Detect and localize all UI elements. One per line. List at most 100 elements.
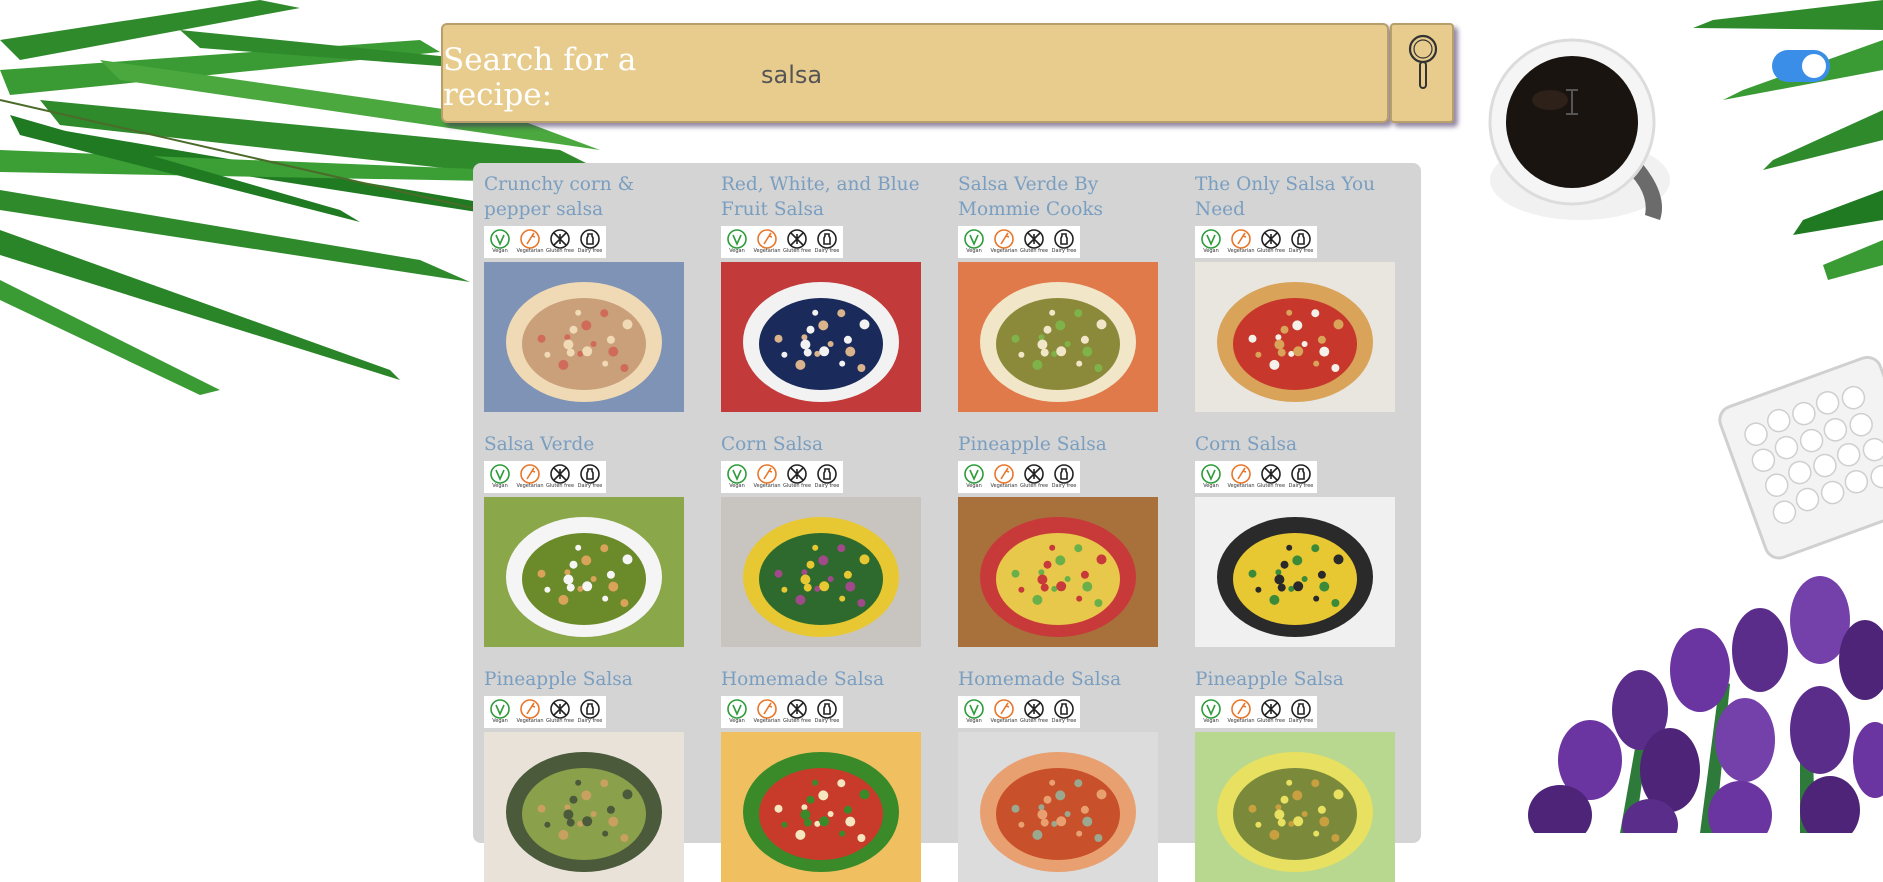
badge-label: Dairy free [814,718,840,724]
vegan-icon: Vegan [488,463,512,489]
vegetarian-icon: Vegetarian [753,463,781,489]
pineapple-salsa-photo[interactable] [958,497,1158,647]
gluten-free-icon: Gluten free [546,463,574,489]
salsa-verde-glass-photo[interactable] [958,262,1158,412]
recipe-title-link[interactable]: The Only Salsa You Need [1195,172,1400,222]
corn-bean-salsa-photo[interactable] [1195,497,1395,647]
badge-label: Dairy free [577,483,603,489]
pineapple-salsa-lime-photo[interactable] [1195,732,1395,882]
search-bar: Search for a recipe: [441,23,1830,123]
vegan-icon: Vegan [725,228,749,254]
badge-label: Vegan [1203,483,1219,489]
vegan-icon: Vegan [488,228,512,254]
dairy-free-icon: Dairy free [578,463,602,489]
vegetarian-icon: Vegetarian [753,698,781,724]
search-button[interactable] [1390,23,1454,123]
badge-label: Dairy free [577,248,603,254]
badge-label: Gluten free [1256,718,1286,724]
vegetarian-icon: Vegetarian [1227,463,1255,489]
badge-label: Vegetarian [753,248,781,254]
vegetarian-icon: Vegetarian [1227,228,1255,254]
recipe-card: Pineapple Salsa Vegan Vegetarian Gluten fr… [484,667,689,882]
gluten-free-icon: Gluten free [1257,463,1285,489]
pineapple-salsa-bowl-photo[interactable] [484,732,684,882]
search-input[interactable] [755,55,1327,95]
recipe-card: Homemade Salsa Vegan Vegetarian Gluten fre… [958,667,1163,882]
recipe-title-link[interactable]: Salsa Verde [484,432,689,457]
vegan-icon: Vegan [1199,228,1223,254]
recipe-card: The Only Salsa You Need Vegan Vegetarian G… [1195,172,1400,412]
badge-label: Gluten free [545,248,575,254]
diet-badges: Vegan Vegetarian Gluten free Dairy free [958,696,1080,728]
badge-label: Dairy free [1051,483,1077,489]
vegetarian-icon: Vegetarian [990,463,1018,489]
dairy-free-icon: Dairy free [1289,463,1313,489]
recipe-title-link[interactable]: Corn Salsa [1195,432,1400,457]
recipe-title-link[interactable]: Pineapple Salsa [484,667,689,692]
dairy-free-icon: Dairy free [578,698,602,724]
badge-label: Vegan [966,483,982,489]
badge-label: Vegan [492,718,508,724]
vegan-icon: Vegan [1199,698,1223,724]
homemade-salsa-jalapeno-photo[interactable] [721,732,921,882]
recipe-card: Crunchy corn & pepper salsa Vegan Vegetar… [484,172,689,412]
diet-badges: Vegan Vegetarian Gluten free Dairy free [1195,226,1317,258]
diet-badges: Vegan Vegetarian Gluten free Dairy free [1195,461,1317,493]
palm-leaves-decoration-right [1693,0,1883,280]
badge-label: Dairy free [1288,718,1314,724]
dairy-free-icon: Dairy free [578,228,602,254]
badge-label: Dairy free [1051,248,1077,254]
vegan-icon: Vegan [725,698,749,724]
recipe-title-link[interactable]: Pineapple Salsa [1195,667,1400,692]
recipe-title-link[interactable]: Salsa Verde By Mommie Cooks [958,172,1163,222]
recipe-card: Pineapple Salsa Vegan Vegetarian Gluten fr… [1195,667,1400,882]
gluten-free-icon: Gluten free [782,698,812,724]
badge-label: Vegetarian [1227,483,1255,489]
diet-badges: Vegan Vegetarian Gluten free Dairy free [958,226,1080,258]
badge-label: Gluten free [1019,483,1049,489]
red-salsa-chips-photo[interactable] [1195,262,1395,412]
recipe-title-link[interactable]: Red, White, and Blue Fruit Salsa [721,172,926,222]
salsa-corn-pepper-photo[interactable] [484,262,684,412]
badge-label: Dairy free [814,483,840,489]
badge-label: Gluten free [782,718,812,724]
toggle-knob [1802,54,1826,78]
diet-badges: Vegan Vegetarian Gluten free Dairy free [958,461,1080,493]
fruit-salsa-photo[interactable] [721,262,921,412]
recipe-card: Red, White, and Blue Fruit Salsa Vegan Ve… [721,172,926,412]
recipe-title-link[interactable]: Corn Salsa [721,432,926,457]
badge-label: Dairy free [1288,483,1314,489]
homemade-salsa-bowl-photo[interactable] [958,732,1158,882]
badge-label: Vegetarian [753,483,781,489]
gluten-free-icon: Gluten free [1019,463,1049,489]
recipe-title-link[interactable]: Crunchy corn & pepper salsa [484,172,689,222]
magnifier-icon [1408,34,1438,89]
dairy-free-icon: Dairy free [1289,698,1313,724]
recipe-title-link[interactable]: Homemade Salsa [721,667,926,692]
corn-salsa-ingredients-photo[interactable] [721,497,921,647]
recipe-title-link[interactable]: Pineapple Salsa [958,432,1163,457]
recipe-card: Salsa Verde Vegan Vegetarian Gluten free Da… [484,432,689,647]
vegetarian-icon: Vegetarian [1227,698,1255,724]
coffee-cup-decoration [1488,38,1670,220]
badge-label: Vegetarian [1227,248,1255,254]
salsa-verde-bowl-photo[interactable] [484,497,684,647]
diet-badges: Vegan Vegetarian Gluten free Dairy free [484,696,606,728]
recipe-card: Corn Salsa Vegan Vegetarian Gluten free Dai… [721,432,926,647]
vegetarian-icon: Vegetarian [516,698,544,724]
recipe-card: Corn Salsa Vegan Vegetarian Gluten free Dai… [1195,432,1400,647]
gluten-free-icon: Gluten free [1020,228,1048,254]
recipe-card: Salsa Verde By Mommie Cooks Vegan Vegetar… [958,172,1163,412]
badge-label: Vegetarian [516,483,544,489]
vegan-icon: Vegan [962,698,986,724]
gluten-free-icon: Gluten free [783,228,811,254]
recipe-card: Pineapple Salsa Vegan Vegetarian Gluten fr… [958,432,1163,647]
recipe-title-link[interactable]: Homemade Salsa [958,667,1163,692]
dairy-free-icon: Dairy free [815,228,839,254]
badge-label: Vegan [1203,248,1219,254]
vegan-icon: Vegan [1199,463,1223,489]
vegan-icon: Vegan [962,463,986,489]
mints-dish-decoration [1718,355,1883,560]
badge-label: Dairy free [814,248,840,254]
search-toggle[interactable] [1772,50,1830,82]
